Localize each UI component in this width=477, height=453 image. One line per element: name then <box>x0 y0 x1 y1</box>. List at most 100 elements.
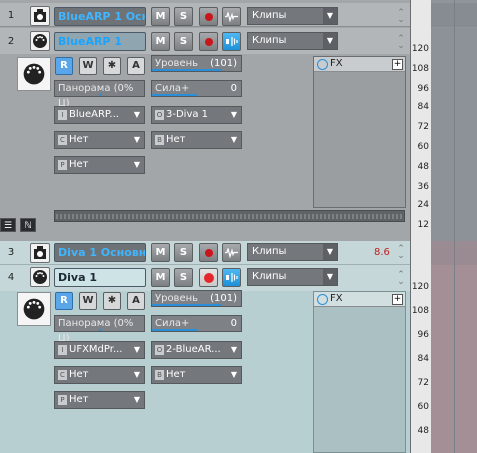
chevron-down-icon: ▼ <box>323 33 337 49</box>
fx-label: FX <box>330 58 343 69</box>
automation-icon[interactable]: ℕ <box>20 218 36 232</box>
solo-button[interactable]: S <box>174 7 193 26</box>
ruler-tick: 36 <box>417 182 429 192</box>
clips-dropdown[interactable]: Клипы ▼ <box>247 7 338 25</box>
input-dropdown[interactable]: I BlueARP... ▼ <box>54 106 145 124</box>
output-dropdown[interactable]: O 2-BlueAR... ▼ <box>151 341 242 359</box>
velocity-value: 0 <box>230 318 237 329</box>
audio-track-icon[interactable] <box>30 6 50 26</box>
track-name-field[interactable]: Diva 1 Основной <box>54 243 146 262</box>
input-echo-button[interactable] <box>222 268 241 287</box>
ruler-tick: 24 <box>417 200 429 210</box>
channel-dropdown[interactable]: C Нет ▼ <box>54 366 145 384</box>
patch-dropdown[interactable]: P Нет ▼ <box>54 391 145 409</box>
ruler-tick: 60 <box>417 142 429 152</box>
track-name-field[interactable]: Diva 1 <box>54 268 146 287</box>
velocity-slider[interactable]: Сила+ 0 <box>151 315 242 332</box>
volume-slider[interactable]: Уровень (101) <box>151 290 242 307</box>
patch-value: Нет <box>69 159 89 170</box>
chevron-down-icon: ▼ <box>133 135 141 144</box>
fx-header: FX + <box>314 57 405 72</box>
track-name-field[interactable]: BlueARP 1 Основ <box>54 7 146 26</box>
speaker-icon <box>226 273 238 282</box>
bank-dropdown[interactable]: B Нет ▼ <box>151 131 242 149</box>
solo-button[interactable]: S <box>174 32 193 51</box>
track-number: 3 <box>7 247 15 258</box>
bank-dropdown[interactable]: B Нет ▼ <box>151 366 242 384</box>
ruler-tick: 12 <box>417 220 429 230</box>
bank-badge: B <box>155 135 164 145</box>
clips-label: Клипы <box>252 246 287 257</box>
clips-dropdown[interactable]: Клипы ▼ <box>247 32 338 50</box>
fx-bin[interactable]: FX + <box>313 56 406 208</box>
clips-dropdown[interactable]: Клипы ▼ <box>247 268 338 286</box>
midi-track-icon[interactable] <box>30 31 50 51</box>
track-number: 1 <box>7 10 15 21</box>
velocity-slider[interactable]: Сила+ 0 <box>151 80 242 97</box>
fx-header: FX + <box>314 292 405 307</box>
channel-badge: C <box>58 135 67 145</box>
track-name-field[interactable]: BlueARP 1 <box>54 32 146 51</box>
archive-button[interactable]: A <box>127 292 145 310</box>
power-icon[interactable] <box>317 294 328 305</box>
chevron-down-icon: ▼ <box>323 8 337 24</box>
collapse-icon[interactable]: ⌃ ⌄ <box>396 271 406 287</box>
pan-slider[interactable]: Панорама (0% Ц) <box>54 80 145 109</box>
collapse-icon[interactable]: ⌃ ⌄ <box>396 9 406 25</box>
record-arm-button[interactable] <box>199 32 218 51</box>
track-number: 2 <box>7 36 15 47</box>
power-icon[interactable] <box>317 59 328 70</box>
solo-button[interactable]: S <box>174 268 193 287</box>
horizontal-scrollbar[interactable] <box>54 210 405 222</box>
record-arm-button[interactable] <box>199 268 218 287</box>
input-dropdown[interactable]: I UFXMdPr... ▼ <box>54 341 145 359</box>
ruler-tick: 96 <box>417 330 429 340</box>
output-dropdown[interactable]: O 3-Diva 1 ▼ <box>151 106 242 124</box>
output-badge: O <box>155 110 164 120</box>
archive-button[interactable]: A <box>127 57 145 75</box>
patch-badge: P <box>58 160 67 170</box>
channel-value: Нет <box>69 369 89 380</box>
waveform-icon <box>225 12 238 23</box>
write-automation-button[interactable]: W <box>79 292 97 310</box>
ruler-tick: 60 <box>417 402 429 412</box>
record-arm-button[interactable] <box>199 243 218 262</box>
velocity-label: Сила+ <box>155 83 190 94</box>
input-badge: I <box>58 110 67 120</box>
output-value: 3-Diva 1 <box>166 109 209 120</box>
mute-button[interactable]: M <box>151 7 170 26</box>
solo-button[interactable]: S <box>174 243 193 262</box>
read-automation-button[interactable]: R <box>55 292 73 310</box>
read-automation-button[interactable]: R <box>55 57 73 75</box>
clips-label: Клипы <box>252 10 287 21</box>
pan-slider[interactable]: Панорама (0% Ц) <box>54 315 145 344</box>
mute-button[interactable]: M <box>151 243 170 262</box>
mute-button[interactable]: M <box>151 32 170 51</box>
output-value: 2-BlueAR... <box>166 344 221 355</box>
collapse-icon[interactable]: ⌃ ⌄ <box>396 245 406 261</box>
midi-track-icon[interactable] <box>30 267 50 287</box>
add-fx-icon[interactable]: + <box>392 294 403 305</box>
fx-bin[interactable]: FX + <box>313 291 406 453</box>
input-echo-button[interactable] <box>222 243 241 262</box>
add-fx-icon[interactable]: + <box>392 59 403 70</box>
patch-dropdown[interactable]: P Нет ▼ <box>54 156 145 174</box>
clips-dropdown[interactable]: Клипы ▼ <box>247 243 338 261</box>
velocity-fill <box>152 329 197 331</box>
freeze-button[interactable]: ✱ <box>103 57 121 75</box>
synth-plugin-icon[interactable] <box>17 57 51 91</box>
volume-slider[interactable]: Уровень (101) <box>151 55 242 72</box>
bank-value: Нет <box>166 134 186 145</box>
audio-track-icon[interactable] <box>30 243 50 263</box>
collapse-icon[interactable]: ⌃ ⌄ <box>396 35 406 51</box>
input-echo-button[interactable] <box>222 32 241 51</box>
mute-button[interactable]: M <box>151 268 170 287</box>
list-view-icon[interactable]: ☰ <box>0 218 16 232</box>
freeze-button[interactable]: ✱ <box>103 292 121 310</box>
input-echo-button[interactable] <box>222 7 241 26</box>
synth-plugin-icon[interactable] <box>17 292 51 326</box>
volume-fill <box>152 69 222 71</box>
channel-dropdown[interactable]: C Нет ▼ <box>54 131 145 149</box>
write-automation-button[interactable]: W <box>79 57 97 75</box>
record-arm-button[interactable] <box>199 7 218 26</box>
